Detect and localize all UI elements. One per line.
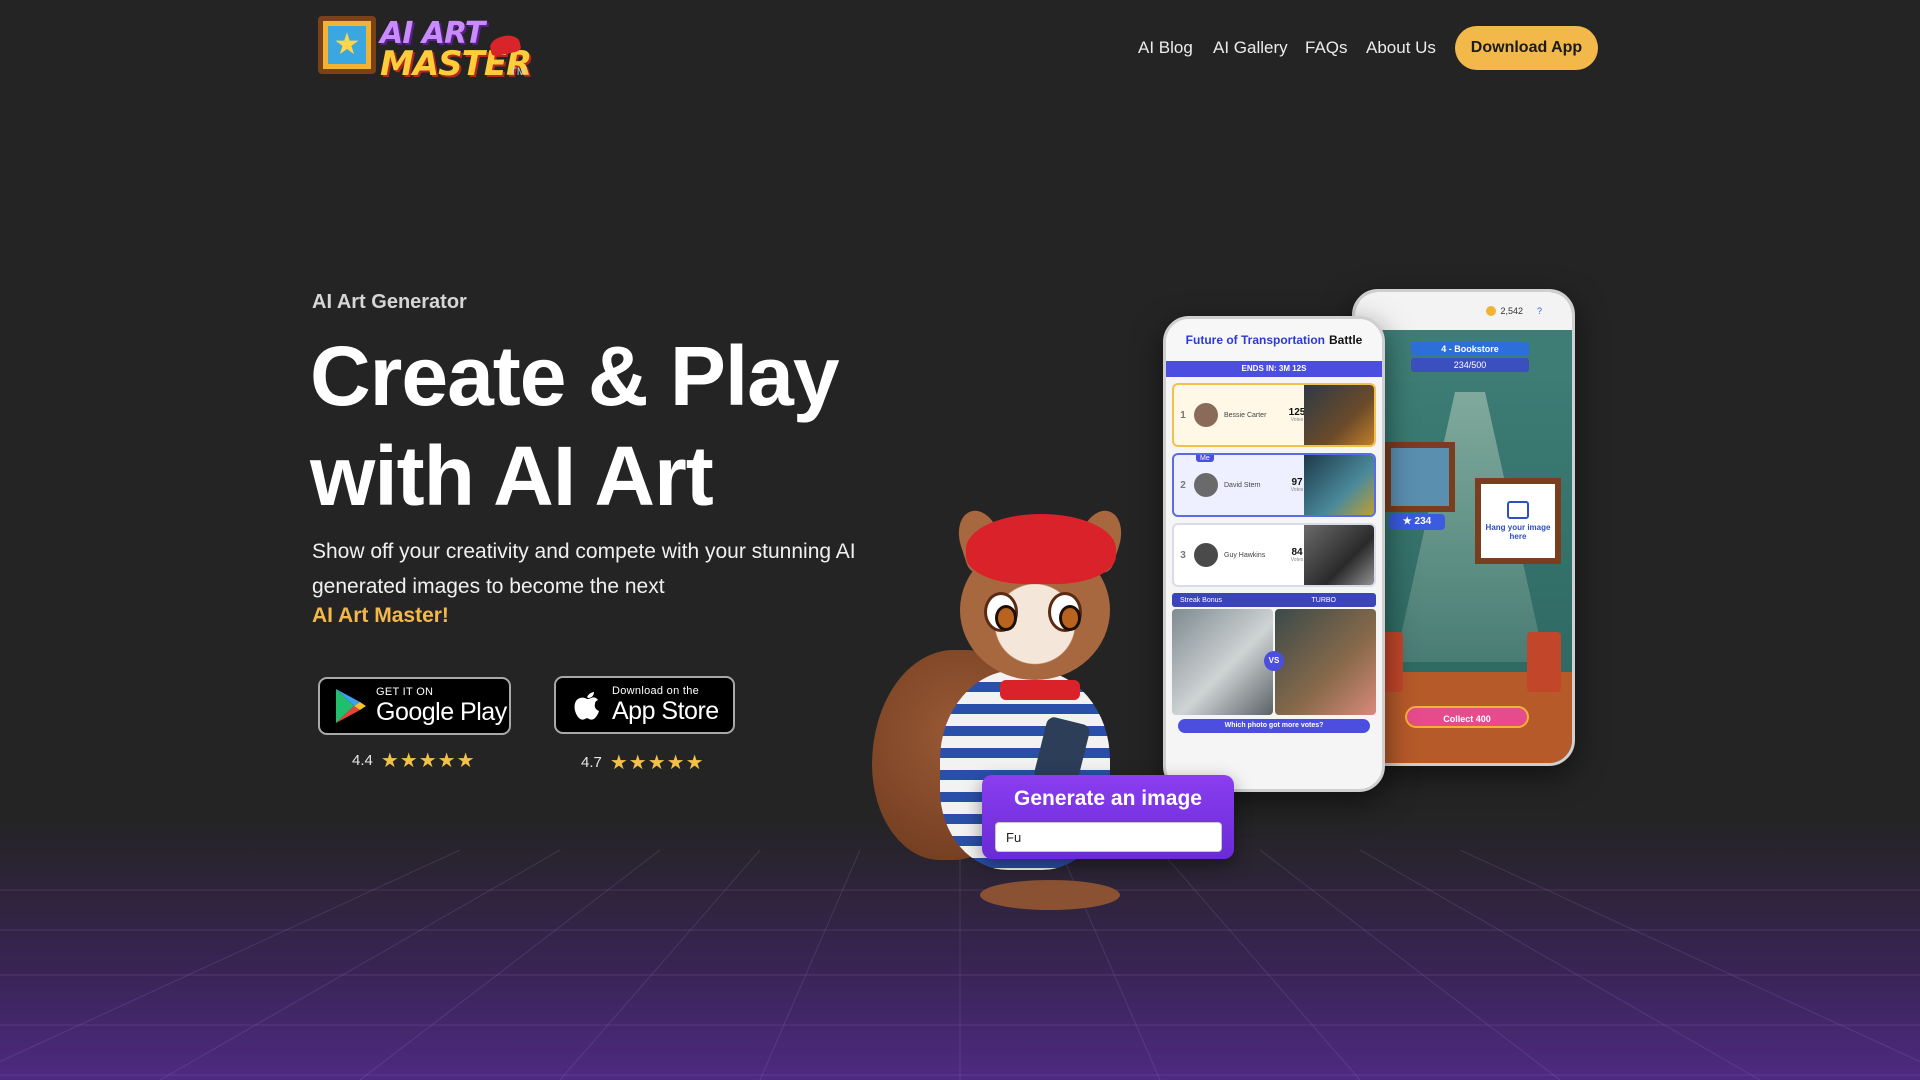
row-rank: 1 bbox=[1180, 409, 1186, 421]
battle-title-plain: Battle bbox=[1329, 333, 1363, 347]
leaderboard-row: 2 David Stern 97 Votes Me bbox=[1172, 453, 1376, 517]
hero-accent: AI Art Master! bbox=[312, 604, 449, 627]
coin-count: 2,542 bbox=[1500, 306, 1523, 316]
google-play-badge[interactable]: GET IT ON Google Play bbox=[318, 677, 511, 735]
nav-link-ai-blog[interactable]: AI Blog bbox=[1138, 38, 1193, 58]
vs-badge: VS bbox=[1264, 651, 1284, 671]
row-artwork bbox=[1304, 525, 1374, 585]
app-store-big-text: App Store bbox=[612, 697, 719, 725]
empty-frame-text: Hang your image here bbox=[1485, 523, 1551, 541]
hero-eyebrow: AI Art Generator bbox=[312, 291, 467, 313]
leaderboard-row: 1 Bessie Carter 125 Votes bbox=[1172, 383, 1376, 447]
main-nav: AI Blog AI Gallery FAQs About Us Downloa… bbox=[0, 26, 1920, 70]
app-store-rating-value: 4.7 bbox=[581, 754, 602, 771]
row-name: David Stern bbox=[1224, 481, 1261, 489]
hero-headline: Create & Play with AI Art bbox=[310, 326, 870, 526]
vs-comparison: VS bbox=[1172, 609, 1376, 715]
hero-subtext: Show off your creativity and compete wit… bbox=[312, 540, 856, 598]
battle-title-colored: Future of Transportation bbox=[1185, 333, 1325, 347]
squirrel-scarf bbox=[1000, 680, 1080, 700]
turbo-label: TURBO bbox=[1311, 596, 1337, 604]
leaderboard-row: 3 Guy Hawkins 84 Votes bbox=[1172, 523, 1376, 587]
nav-link-about-us[interactable]: About Us bbox=[1366, 38, 1436, 58]
app-store-badge[interactable]: Download on the App Store bbox=[554, 676, 735, 734]
site-header: ★ AI ART MASTER TM AI Blog AI Gallery FA… bbox=[0, 0, 1920, 96]
row-name: Bessie Carter bbox=[1224, 411, 1267, 419]
vote-question: Which photo got more votes? bbox=[1178, 719, 1370, 733]
nav-link-faqs[interactable]: FAQs bbox=[1305, 38, 1348, 58]
chair-right bbox=[1527, 632, 1561, 692]
vs-image-right bbox=[1275, 609, 1376, 715]
app-store-stars-icon: ★★★★★ bbox=[609, 752, 705, 774]
app-store-rating: 4.7 ★★★★★ bbox=[581, 750, 705, 775]
empty-frame: Hang your image here bbox=[1475, 478, 1561, 564]
squirrel-eye-left bbox=[984, 592, 1018, 632]
avatar bbox=[1194, 403, 1218, 427]
row-artwork bbox=[1304, 455, 1374, 515]
artwork-star-badge: ★ 234 bbox=[1389, 514, 1445, 530]
squirrel-mascot bbox=[870, 500, 1170, 930]
apple-icon bbox=[568, 685, 606, 725]
battle-title: Future of Transportation Battle bbox=[1166, 319, 1382, 361]
prompt-input[interactable] bbox=[995, 822, 1222, 852]
squirrel-beret bbox=[966, 514, 1116, 584]
streak-label: Streak Bonus bbox=[1180, 596, 1223, 604]
google-play-rating-value: 4.4 bbox=[352, 752, 373, 769]
row-rank: 2 bbox=[1180, 479, 1186, 491]
battle-timer: ENDS IN: 3M 12S bbox=[1166, 361, 1382, 377]
streak-bar: Streak Bonus TURBO bbox=[1172, 593, 1376, 607]
download-app-button[interactable]: Download App bbox=[1455, 26, 1598, 70]
phone-bookstore: 2,542 ? 4 - Bookstore 234/500 ★ 234 Hang… bbox=[1352, 289, 1575, 766]
level-progress: 234/500 bbox=[1411, 358, 1529, 372]
row-name: Guy Hawkins bbox=[1224, 551, 1266, 559]
google-play-stars-icon: ★★★★★ bbox=[380, 750, 476, 772]
framed-artwork bbox=[1385, 442, 1455, 512]
phone-battle: Future of Transportation Battle ENDS IN:… bbox=[1163, 316, 1385, 792]
headline-line-2: with AI Art bbox=[310, 429, 714, 523]
squirrel-feet bbox=[980, 880, 1120, 910]
row-rank: 3 bbox=[1180, 549, 1186, 561]
generate-title: Generate an image bbox=[1014, 787, 1202, 810]
google-play-small-text: GET IT ON bbox=[376, 686, 434, 698]
phone-bookstore-topbar: 2,542 ? bbox=[1355, 292, 1572, 330]
nav-link-ai-gallery[interactable]: AI Gallery bbox=[1213, 38, 1288, 58]
google-play-big-text: Google Play bbox=[376, 698, 507, 726]
squirrel-eye-right bbox=[1048, 592, 1082, 632]
coin-icon bbox=[1486, 306, 1497, 316]
avatar bbox=[1194, 543, 1218, 567]
level-label: 4 - Bookstore bbox=[1411, 342, 1529, 356]
me-tag: Me bbox=[1196, 455, 1214, 462]
collect-button: Collect 400 bbox=[1405, 706, 1529, 728]
vs-image-left bbox=[1172, 609, 1273, 715]
image-placeholder-icon bbox=[1507, 501, 1529, 519]
row-artwork bbox=[1304, 385, 1374, 445]
app-store-small-text: Download on the bbox=[612, 685, 700, 697]
google-play-icon bbox=[332, 686, 370, 726]
google-play-rating: 4.4 ★★★★★ bbox=[352, 748, 476, 773]
headline-line-1: Create & Play bbox=[310, 329, 840, 423]
help-icon: ? bbox=[1536, 306, 1542, 316]
avatar bbox=[1194, 473, 1218, 497]
generate-image-card: Generate an image bbox=[982, 775, 1234, 859]
